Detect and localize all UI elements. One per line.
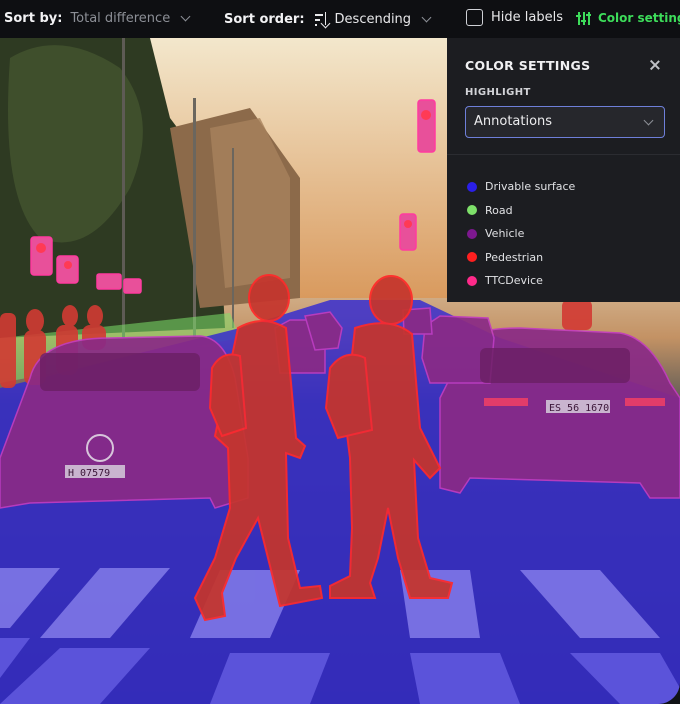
legend-item-pedestrian: Pedestrian [467,246,575,270]
color-legend: Drivable surface Road Vehicle Pedestrian… [467,175,575,293]
color-settings-button[interactable]: Color settings [576,11,680,25]
highlight-select[interactable]: Annotations [465,106,665,138]
legend-label: Road [485,203,513,217]
highlight-label: HIGHLIGHT [465,87,531,98]
color-dot [467,252,477,263]
color-settings-label: Color settings [598,11,680,25]
color-dot [467,205,477,216]
sort-order-dropdown[interactable]: Sort order: Descending [224,11,432,29]
panel-title: COLOR SETTINGS [465,58,591,73]
sort-by-dropdown[interactable]: Sort by: Total difference [4,11,191,26]
street-pole [193,98,196,338]
sort-order-value: Descending [334,11,412,27]
legend-label: Drivable surface [485,180,576,194]
legend-label: Pedestrian [485,250,544,264]
hide-labels-checkbox[interactable] [466,9,483,26]
color-settings-panel: COLOR SETTINGS HIGHLIGHT Annotations Dri… [447,38,680,302]
highlight-select-value: Annotations [474,114,553,129]
street-pole [232,148,234,328]
legend-label: Vehicle [485,227,525,241]
sliders-icon [576,11,591,25]
sort-descending-icon [314,11,331,29]
top-toolbar: Sort by: Total difference Sort order: De… [0,0,680,38]
color-dot [467,275,477,286]
hide-labels-toggle[interactable]: Hide labels [466,9,563,26]
legend-item-ttcdevice: TTCDevice [467,269,575,293]
divider [447,154,680,155]
left-car-plate: H 07579 [68,468,110,479]
hide-labels-label: Hide labels [491,10,563,25]
legend-item-vehicle: Vehicle [467,222,575,246]
chevron-down-icon [643,115,654,126]
legend-item-drivable-surface: Drivable surface [467,175,575,199]
color-dot [467,181,477,192]
chevron-down-icon [421,12,432,22]
sort-by-value: Total difference [70,11,171,26]
close-icon[interactable] [650,60,660,70]
sort-order-label: Sort order: [224,11,305,27]
chevron-down-icon [180,11,191,22]
legend-item-road: Road [467,199,575,223]
legend-label: TTCDevice [485,274,543,288]
right-car-plate: ES 56 1670 [549,403,609,414]
color-dot [467,228,477,239]
sort-by-label: Sort by: [4,11,63,26]
